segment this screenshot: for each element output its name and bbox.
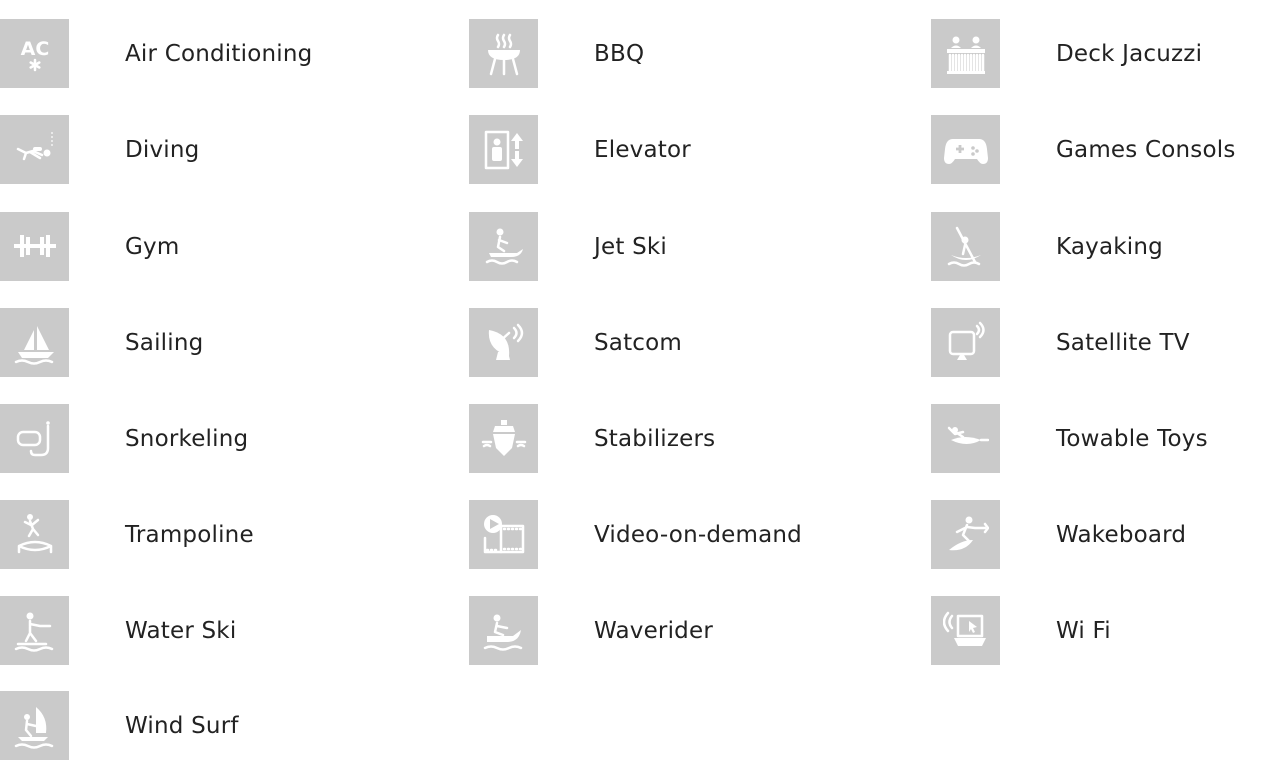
svg-text:AC: AC bbox=[20, 38, 49, 60]
amenity-gym: Gym bbox=[0, 212, 179, 281]
amenity-label: Wind Surf bbox=[125, 712, 239, 739]
amenity-label: Diving bbox=[125, 136, 200, 163]
amenity-wakeboard: Wakeboard bbox=[931, 500, 1186, 569]
amenity-label: Video-on-demand bbox=[594, 521, 802, 548]
amenity-waverider: Waverider bbox=[469, 596, 713, 665]
amenity-label: Water Ski bbox=[125, 617, 237, 644]
wakeboard-icon bbox=[931, 500, 1000, 569]
kayaking-icon bbox=[931, 212, 1000, 281]
gym-icon bbox=[0, 212, 69, 281]
amenity-wind-surf: Wind Surf bbox=[0, 691, 239, 760]
bbq-icon bbox=[469, 19, 538, 88]
amenity-label: Trampoline bbox=[125, 521, 254, 548]
air-conditioning-icon: AC bbox=[0, 19, 69, 88]
amenity-label: Jet Ski bbox=[594, 233, 667, 260]
amenity-label: Waverider bbox=[594, 617, 713, 644]
wifi-icon bbox=[931, 596, 1000, 665]
amenity-deck-jacuzzi: Deck Jacuzzi bbox=[931, 19, 1202, 88]
amenity-label: Gym bbox=[125, 233, 180, 260]
amenity-snorkeling: Snorkeling bbox=[0, 404, 248, 473]
amenity-stabilizers: Stabilizers bbox=[469, 404, 715, 473]
trampoline-icon bbox=[0, 500, 69, 569]
amenity-label: Satellite TV bbox=[1056, 329, 1190, 356]
deck-jacuzzi-icon bbox=[931, 19, 1000, 88]
amenity-video-on-demand: Video-on-demand bbox=[469, 500, 802, 569]
satellite-tv-icon bbox=[931, 308, 1000, 377]
sailing-icon bbox=[0, 308, 69, 377]
amenity-label: Wakeboard bbox=[1056, 521, 1187, 548]
waverider-icon bbox=[469, 596, 538, 665]
jet-ski-icon bbox=[469, 212, 538, 281]
amenity-elevator: Elevator bbox=[469, 115, 691, 184]
amenity-label: Snorkeling bbox=[125, 425, 249, 452]
amenity-label: Satcom bbox=[594, 329, 683, 356]
games-console-icon bbox=[931, 115, 1000, 184]
amenity-label: Towable Toys bbox=[1056, 425, 1208, 452]
amenity-label: Kayaking bbox=[1056, 233, 1163, 260]
amenity-label: Stabilizers bbox=[594, 425, 716, 452]
amenity-wi-fi: Wi Fi bbox=[931, 596, 1111, 665]
amenity-label: Deck Jacuzzi bbox=[1056, 40, 1203, 67]
wind-surf-icon bbox=[0, 691, 69, 760]
amenity-label: Air Conditioning bbox=[125, 40, 313, 67]
elevator-icon bbox=[469, 115, 538, 184]
amenity-label: Sailing bbox=[125, 329, 204, 356]
snorkeling-icon bbox=[0, 404, 69, 473]
satcom-icon bbox=[469, 308, 538, 377]
amenity-satcom: Satcom bbox=[469, 308, 682, 377]
stabilizers-icon bbox=[469, 404, 538, 473]
amenity-label: Wi Fi bbox=[1056, 617, 1111, 644]
amenity-satellite-tv: Satellite TV bbox=[931, 308, 1190, 377]
video-on-demand-icon bbox=[469, 500, 538, 569]
amenity-label: BBQ bbox=[594, 40, 645, 67]
amenity-air-conditioning: AC Air Conditioning bbox=[0, 19, 312, 88]
amenity-towable-toys: Towable Toys bbox=[931, 404, 1208, 473]
towable-toys-icon bbox=[931, 404, 1000, 473]
amenity-label: Elevator bbox=[594, 136, 691, 163]
amenity-water-ski: Water Ski bbox=[0, 596, 236, 665]
water-ski-icon bbox=[0, 596, 69, 665]
amenity-label: Games Consols bbox=[1056, 136, 1236, 163]
amenity-sailing: Sailing bbox=[0, 308, 203, 377]
amenity-bbq: BBQ bbox=[469, 19, 644, 88]
amenity-kayaking: Kayaking bbox=[931, 212, 1163, 281]
diving-icon bbox=[0, 115, 69, 184]
amenity-diving: Diving bbox=[0, 115, 199, 184]
amenity-trampoline: Trampoline bbox=[0, 500, 254, 569]
amenity-jet-ski: Jet Ski bbox=[469, 212, 667, 281]
amenity-games-consols: Games Consols bbox=[931, 115, 1236, 184]
